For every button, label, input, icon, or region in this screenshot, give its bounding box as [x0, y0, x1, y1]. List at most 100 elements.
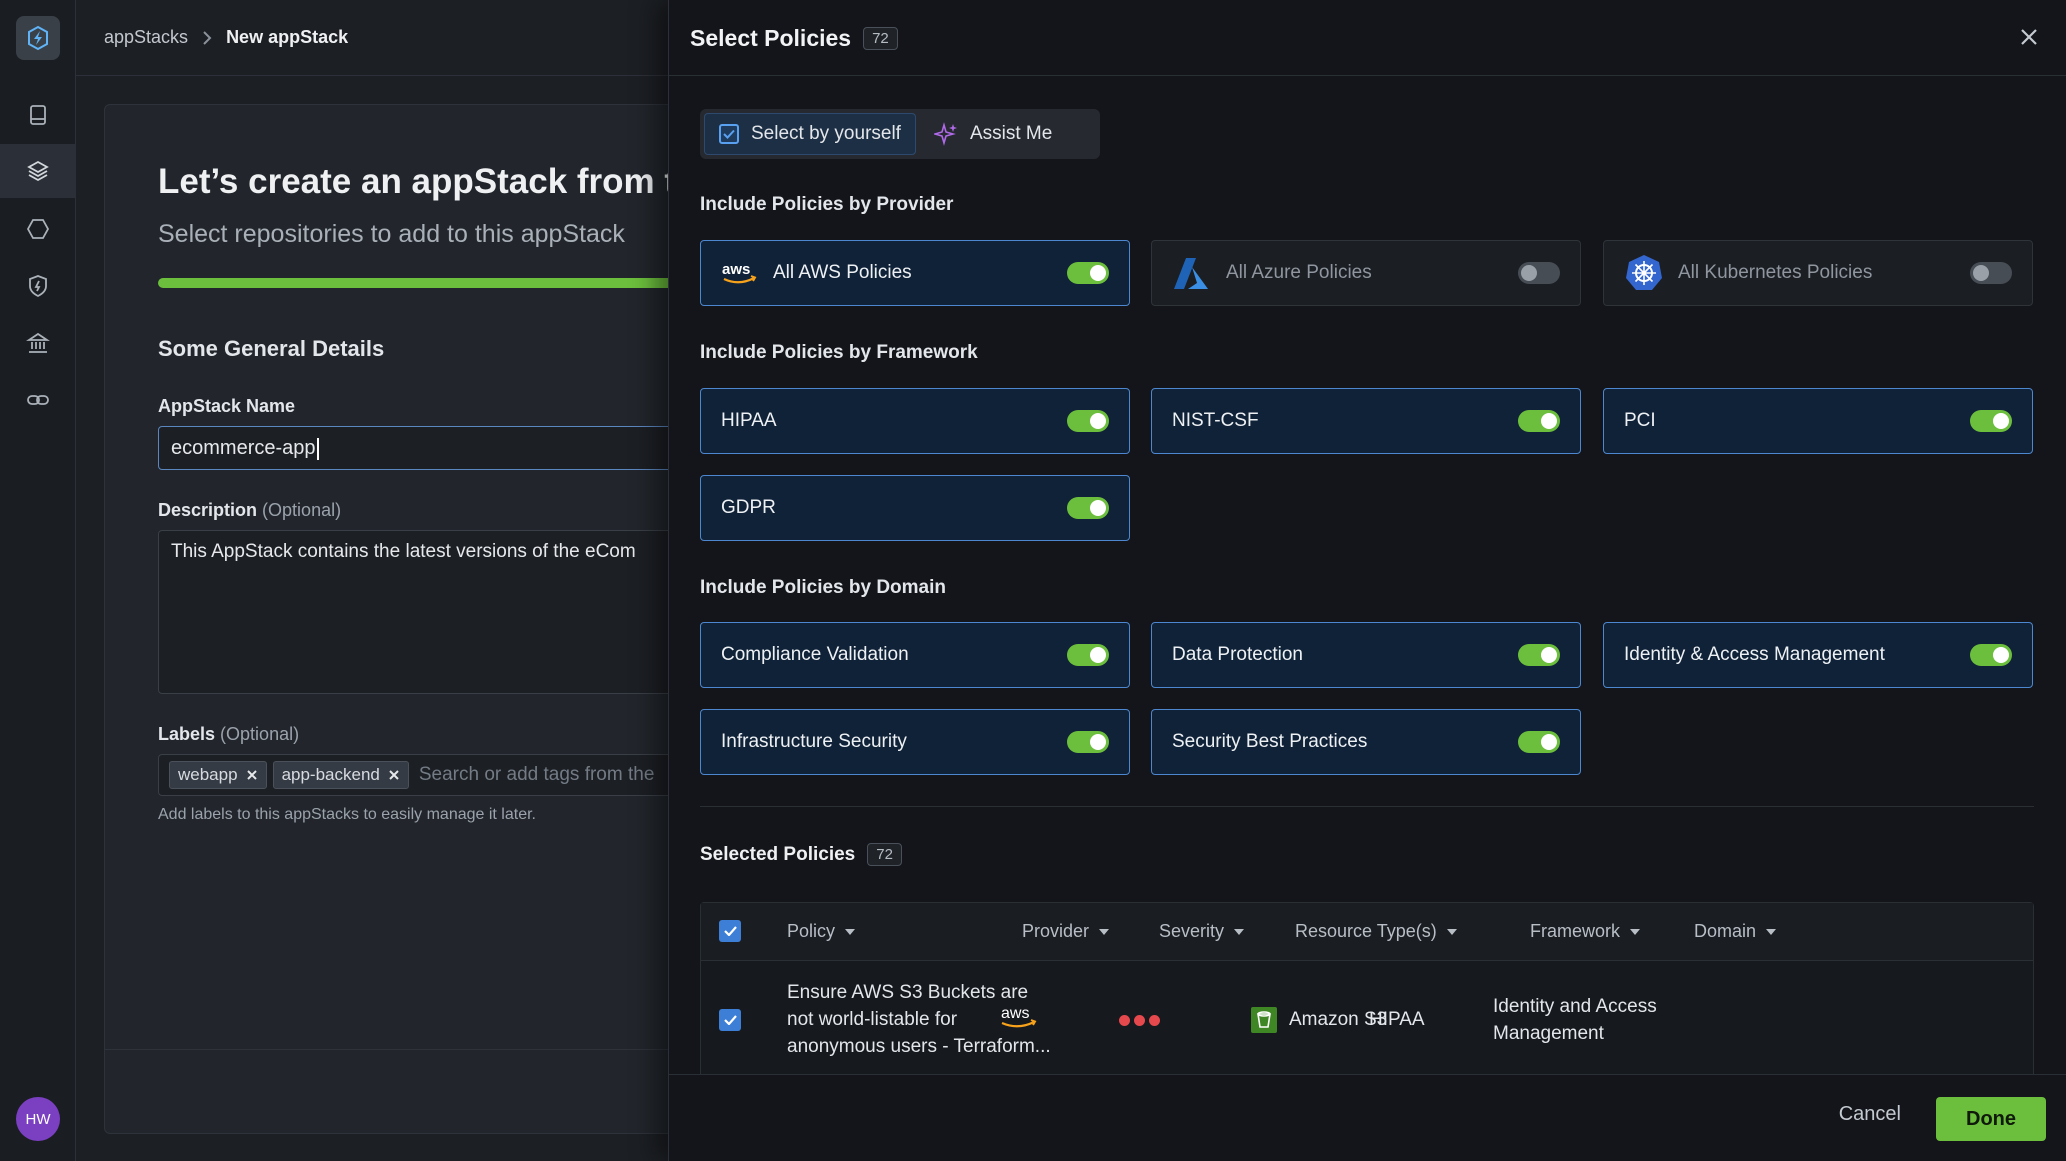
domain-label: Infrastructure Security	[721, 731, 907, 752]
cancel-button[interactable]: Cancel	[1839, 1103, 1901, 1126]
domain-line: Identity and Access	[1493, 996, 1657, 1017]
framework-label: PCI	[1624, 410, 1656, 431]
done-button[interactable]: Done	[1936, 1097, 2046, 1141]
sort-caret-icon	[1446, 928, 1457, 935]
labels-label: Labels (Optional)	[158, 724, 299, 745]
framework-tile-nist-csf[interactable]: NIST-CSF	[1151, 388, 1581, 454]
domain-label: Identity & Access Management	[1624, 644, 1885, 665]
nav-security-shield-icon[interactable]	[0, 259, 76, 313]
domain-heading: Include Policies by Domain	[700, 577, 947, 598]
column-label: Domain	[1694, 921, 1757, 941]
sort-caret-icon	[1630, 928, 1641, 935]
provider-heading: Include Policies by Provider	[700, 194, 954, 215]
row-checkbox[interactable]	[719, 1009, 741, 1031]
panel-title-text: Select Policies	[690, 25, 852, 51]
toggle-switch-off[interactable]	[1970, 262, 2012, 284]
close-panel-button[interactable]	[2014, 22, 2044, 52]
tag-label: app-backend	[281, 765, 380, 784]
remove-tag-icon[interactable]	[388, 769, 400, 781]
policy-count-badge: 72	[863, 27, 898, 50]
toggle-switch-on[interactable]	[1970, 410, 2012, 432]
user-avatar[interactable]: HW	[16, 1097, 60, 1141]
policy-name-line: Ensure AWS S3 Buckets are	[787, 982, 1029, 1003]
column-header-policy[interactable]: Policy	[787, 921, 856, 942]
provider-tile-aws[interactable]: aws All AWS Policies	[700, 240, 1130, 306]
framework-value: HIPAA	[1369, 1009, 1425, 1030]
domain-label: Data Protection	[1172, 644, 1303, 665]
domain-label: Compliance Validation	[721, 644, 909, 665]
domain-tile-identity-access-management[interactable]: Identity & Access Management	[1603, 622, 2033, 688]
checkbox-checked-icon	[719, 124, 739, 144]
toggle-switch-on[interactable]	[1518, 731, 1560, 753]
column-header-severity[interactable]: Severity	[1159, 921, 1245, 942]
column-header-domain[interactable]: Domain	[1694, 921, 1777, 942]
app-logo-icon[interactable]	[16, 16, 60, 60]
toggle-switch-on[interactable]	[1067, 497, 1109, 519]
toggle-switch-on[interactable]	[1970, 644, 2012, 666]
select-all-checkbox[interactable]	[719, 920, 741, 942]
left-nav-rail: HW	[0, 0, 76, 1161]
domain-tile-security-best-practices[interactable]: Security Best Practices	[1151, 709, 1581, 775]
toggle-switch-on[interactable]	[1518, 410, 1560, 432]
sort-caret-icon	[1234, 928, 1245, 935]
mode-select-by-yourself[interactable]: Select by yourself	[704, 113, 916, 155]
tag-chip: app-backend	[272, 761, 409, 789]
breadcrumb-appstacks-link[interactable]: appStacks	[104, 27, 188, 48]
toggle-switch-on[interactable]	[1518, 644, 1560, 666]
sort-caret-icon	[845, 928, 856, 935]
tag-chip: webapp	[169, 761, 267, 789]
selection-mode-toggle: Select by yourself Assist Me	[700, 109, 1100, 159]
provider-label: All AWS Policies	[773, 262, 912, 283]
framework-label: NIST-CSF	[1172, 410, 1259, 431]
toggle-switch-on[interactable]	[1067, 644, 1109, 666]
panel-footer: Cancel Done	[669, 1074, 2066, 1161]
provider-label: All Kubernetes Policies	[1678, 262, 1873, 283]
framework-tile-hipaa[interactable]: HIPAA	[700, 388, 1130, 454]
domain-label: Security Best Practices	[1172, 731, 1368, 752]
table-header: Policy Provider Severity Resource Type(s…	[701, 903, 2033, 961]
toggle-switch-off[interactable]	[1518, 262, 1560, 284]
domain-tile-infrastructure-security[interactable]: Infrastructure Security	[700, 709, 1130, 775]
column-label: Framework	[1530, 921, 1621, 941]
tag-label: webapp	[178, 765, 238, 784]
optional-hint: (Optional)	[220, 724, 300, 744]
selected-policies-heading: Selected Policies 72	[700, 843, 902, 866]
chevron-right-icon	[203, 30, 212, 45]
appstack-name-value: ecommerce-app	[171, 437, 316, 459]
nav-dashboard-icon[interactable]	[0, 88, 76, 142]
nav-bank-icon[interactable]	[0, 316, 76, 370]
provider-tile-kubernetes[interactable]: All Kubernetes Policies	[1603, 240, 2033, 306]
select-policies-panel: Select Policies 72 Select by yourself As…	[668, 0, 2066, 1161]
column-header-provider[interactable]: Provider	[1022, 921, 1110, 942]
text-caret	[316, 437, 319, 460]
selected-policies-table: Policy Provider Severity Resource Type(s…	[700, 902, 2034, 1082]
svg-text:aws: aws	[722, 261, 750, 278]
framework-tile-pci[interactable]: PCI	[1603, 388, 2033, 454]
provider-tile-azure[interactable]: All Azure Policies	[1151, 240, 1581, 306]
labels-placeholder: Search or add tags from the	[418, 764, 655, 785]
domain-line: Management	[1493, 1023, 1604, 1044]
framework-tile-gdpr[interactable]: GDPR	[700, 475, 1130, 541]
page-subtitle: Select repositories to add to this appSt…	[158, 220, 625, 248]
column-label: Severity	[1159, 921, 1225, 941]
nav-hexagon-icon[interactable]	[0, 202, 76, 256]
selected-count-badge: 72	[867, 843, 902, 866]
toggle-switch-on[interactable]	[1067, 262, 1109, 284]
close-icon	[2021, 29, 2037, 45]
framework-label: GDPR	[721, 497, 776, 518]
domain-tile-data-protection[interactable]: Data Protection	[1151, 622, 1581, 688]
toggle-switch-on[interactable]	[1067, 731, 1109, 753]
column-header-framework[interactable]: Framework	[1530, 921, 1641, 942]
mode-self-label: Select by yourself	[751, 123, 901, 144]
nav-link-icon[interactable]	[0, 373, 76, 427]
description-label: Description (Optional)	[158, 500, 341, 521]
remove-tag-icon[interactable]	[246, 769, 258, 781]
mode-assist-me[interactable]: Assist Me	[920, 113, 1066, 155]
nav-appstacks-icon[interactable]	[0, 144, 76, 198]
column-header-resource-types[interactable]: Resource Type(s)	[1295, 921, 1457, 942]
framework-label: HIPAA	[721, 410, 777, 431]
domain-tile-compliance-validation[interactable]: Compliance Validation	[700, 622, 1130, 688]
selected-policies-title: Selected Policies	[700, 843, 856, 865]
toggle-switch-on[interactable]	[1067, 410, 1109, 432]
page-title: Let’s create an appStack from th	[158, 162, 698, 201]
